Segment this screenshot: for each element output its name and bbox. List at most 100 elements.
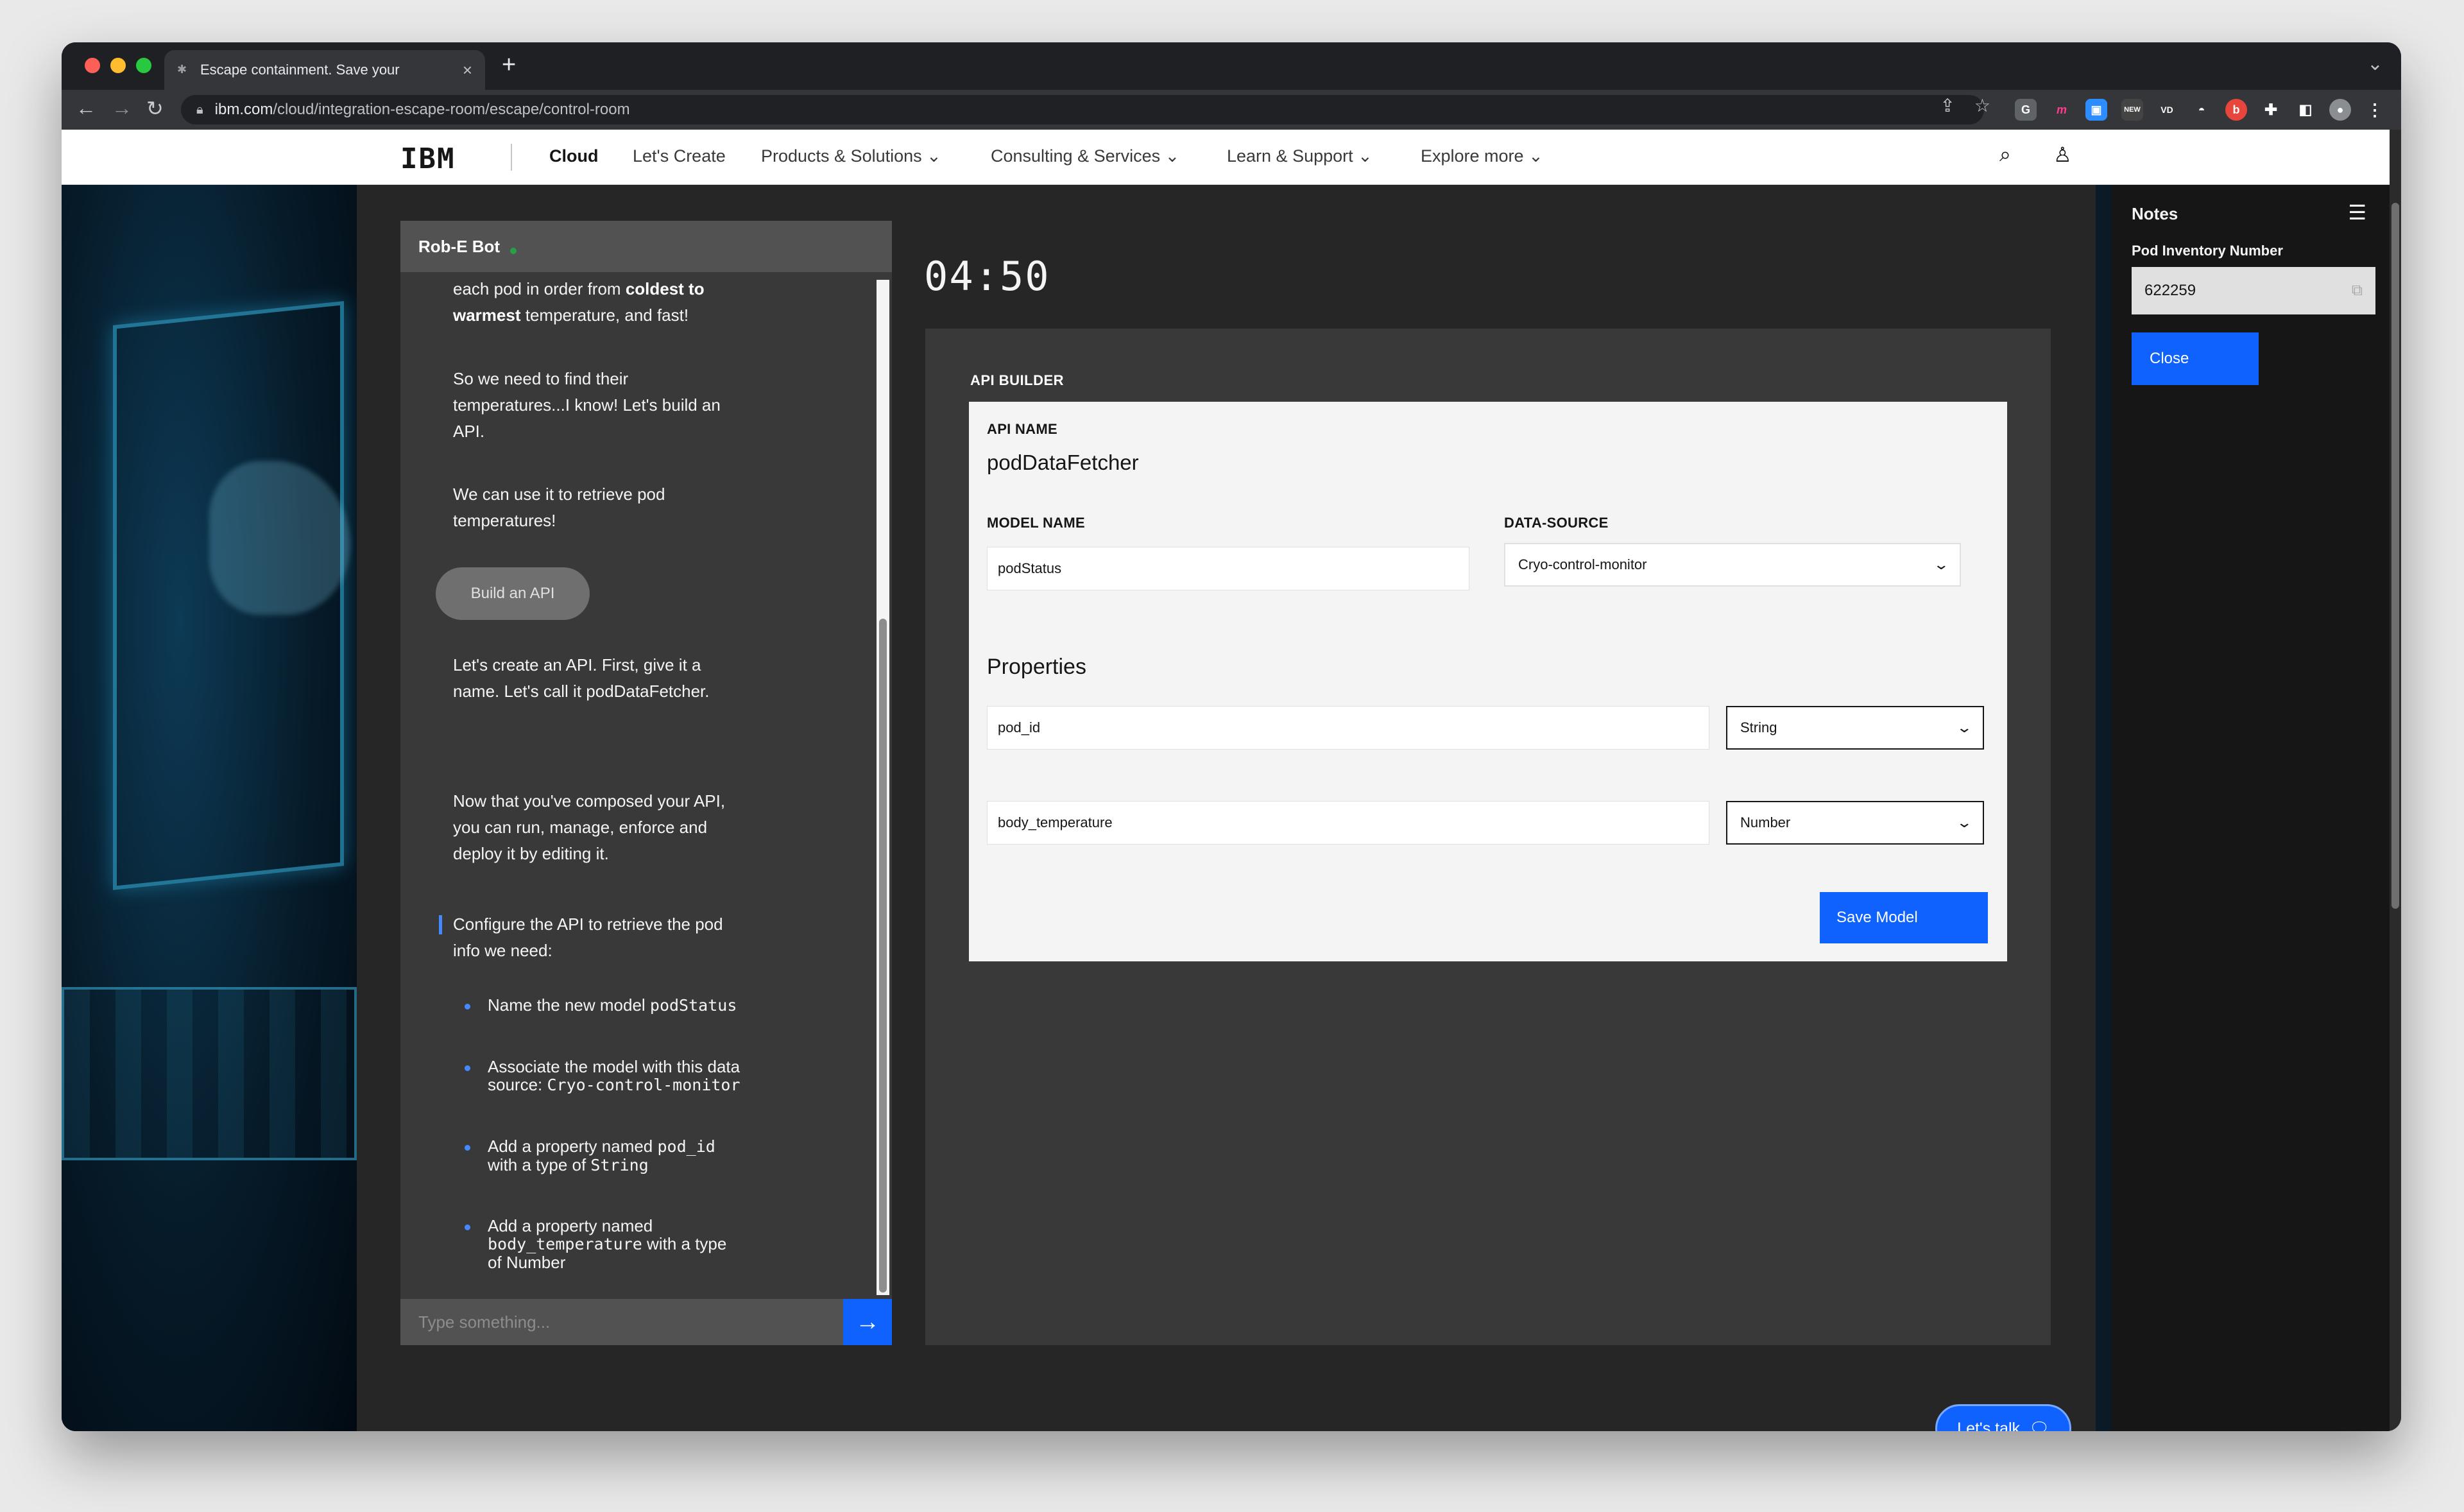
chat-message: Now that you've composed your API, you c…: [453, 791, 726, 863]
arrow-right-icon: →: [855, 1308, 880, 1336]
side-panel-icon[interactable]: ◧: [2295, 99, 2316, 121]
instruction-accent-bar: [439, 915, 442, 934]
data-source-select[interactable]: Cryo-control-monitor ⌄: [1504, 543, 1961, 587]
nav-item-explore-more[interactable]: Explore more ⌄: [1421, 146, 1543, 166]
ibm-masthead: IBM Cloud Let's Create Products & Soluti…: [62, 130, 2390, 185]
background-edge: [2096, 185, 2111, 1431]
copy-icon[interactable]: ⧉: [2352, 282, 2363, 300]
browser-window: ✱ Escape containment. Save your × + ⌄ ← …: [62, 42, 2401, 1431]
nav-item-lets-create[interactable]: Let's Create: [633, 146, 726, 166]
bookmark-star-icon[interactable]: ☆: [1974, 95, 1990, 116]
extension-new-icon[interactable]: NEW: [2121, 99, 2143, 121]
lets-talk-label: Let's talk: [1957, 1419, 2021, 1432]
share-icon[interactable]: ⇪: [1940, 95, 1955, 116]
api-builder-label: API BUILDER: [970, 372, 1065, 388]
address-bar[interactable]: 🔒︎ ibm.com/cloud/integration-escape-room…: [181, 95, 1984, 125]
tab-favicon-icon: ✱: [177, 63, 187, 76]
extension-g-icon[interactable]: G: [2015, 99, 2037, 121]
forward-arrow-icon[interactable]: →: [112, 96, 132, 120]
api-builder-panel: API BUILDER API NAME podDataFetcher MODE…: [925, 329, 2051, 1345]
chevron-down-icon: ⌄: [1165, 146, 1180, 166]
chevron-down-icon: ⌄: [1528, 146, 1543, 166]
web-viewport: IBM Cloud Let's Create Products & Soluti…: [62, 130, 2390, 1431]
chevron-down-icon: ⌄: [1955, 814, 1972, 830]
instruction-bullet: Associate the model with this data sourc…: [488, 1057, 740, 1094]
minimize-window-button[interactable]: [110, 58, 126, 73]
chat-message: Let's create an API. First, give it a na…: [453, 655, 710, 701]
chat-panel: Rob-E Bot each pod in order from coldest…: [400, 221, 892, 1345]
chat-message: So we need to find their temperatures...…: [453, 369, 721, 441]
chat-message: each pod in order from coldest to warmes…: [453, 279, 705, 325]
property-name-input[interactable]: pod_id: [987, 706, 1709, 750]
instruction-bullet: Add a property named body_temperature wi…: [488, 1216, 727, 1272]
tab-search-chevron-icon[interactable]: ⌄: [2367, 53, 2383, 75]
chat-messages: each pod in order from coldest to warmes…: [400, 272, 874, 1302]
countdown-timer: 04:50: [924, 253, 1050, 300]
hologram-panels: [62, 987, 357, 1160]
pod-inventory-field[interactable]: 622259 ⧉: [2132, 267, 2375, 314]
data-source-value: Cryo-control-monitor: [1518, 556, 1647, 572]
nav-item-products-solutions[interactable]: Products & Solutions ⌄: [761, 146, 941, 166]
property-type-select[interactable]: Number ⌄: [1726, 801, 1984, 845]
page-scrollbar-thumb[interactable]: [2391, 203, 2399, 909]
back-arrow-icon[interactable]: ←: [76, 96, 96, 120]
close-window-button[interactable]: [85, 58, 100, 73]
extension-mask-icon[interactable]: ◓: [2191, 99, 2212, 121]
reload-icon[interactable]: ↻: [146, 96, 164, 121]
property-type-value: String: [1740, 719, 1777, 735]
chat-input-bar: →: [400, 1299, 892, 1345]
nav-item-cloud[interactable]: Cloud: [549, 146, 598, 166]
new-tab-button[interactable]: +: [502, 51, 516, 79]
user-profile-icon[interactable]: ♙: [2053, 142, 2072, 167]
browser-tab-active[interactable]: ✱ Escape containment. Save your ×: [164, 50, 485, 90]
property-type-value: Number: [1740, 814, 1791, 830]
extensions-puzzle-icon[interactable]: ✚: [2260, 99, 2282, 121]
extension-zoom-icon[interactable]: ▣: [2085, 99, 2107, 121]
nav-item-consulting-services[interactable]: Consulting & Services ⌄: [991, 146, 1179, 166]
omnibox-actions: ⇪ ☆: [1940, 95, 1990, 116]
model-name-input[interactable]: podStatus: [987, 547, 1469, 590]
chevron-down-icon: ⌄: [1358, 146, 1373, 166]
lock-icon: 🔒︎: [196, 102, 203, 117]
properties-title: Properties: [987, 655, 1086, 679]
extension-vd-icon[interactable]: VD: [2156, 99, 2178, 121]
chat-header: Rob-E Bot: [400, 221, 892, 272]
address-url: ibm.com/cloud/integration-escape-room/es…: [214, 101, 630, 118]
close-notes-button[interactable]: Close: [2132, 332, 2259, 385]
browser-toolbar: ← → ↻ 🔒︎ ibm.com/cloud/integration-escap…: [62, 90, 2401, 130]
instruction-bullet: Add a property named pod_id with a type …: [488, 1137, 715, 1174]
hologram-background-image: [62, 185, 357, 1431]
browser-menu-icon[interactable]: ⋮: [2364, 99, 2386, 121]
lets-talk-button[interactable]: Let's talk 🗨︎: [1935, 1404, 2071, 1431]
chat-instruction-message: Configure the API to retrieve the pod in…: [453, 915, 723, 960]
search-icon[interactable]: ⌕: [1999, 142, 2011, 167]
online-status-indicator: [510, 248, 517, 254]
tab-title: Escape containment. Save your: [200, 62, 400, 78]
nav-item-learn-support[interactable]: Learn & Support ⌄: [1227, 146, 1373, 166]
maximize-window-button[interactable]: [136, 58, 151, 73]
bot-name: Rob-E Bot: [418, 236, 501, 256]
data-source-label: DATA-SOURCE: [1504, 515, 1609, 531]
api-name-value: podDataFetcher: [987, 451, 1139, 474]
notes-title: Notes: [2132, 204, 2178, 223]
extension-m-icon[interactable]: m: [2051, 99, 2073, 121]
chat-bubble-icon: 🗨︎: [2029, 1419, 2049, 1432]
chat-message-input[interactable]: [400, 1299, 843, 1345]
tab-close-icon[interactable]: ×: [463, 60, 472, 80]
chat-scrollbar-thumb[interactable]: [879, 619, 887, 1293]
property-type-select[interactable]: String ⌄: [1726, 706, 1984, 750]
browser-titlebar: ✱ Escape containment. Save your × + ⌄: [62, 42, 2401, 90]
ibm-logo[interactable]: IBM: [400, 142, 455, 175]
chevron-down-icon: ⌄: [1932, 556, 1949, 572]
send-message-button[interactable]: →: [843, 1299, 892, 1345]
extension-red-icon[interactable]: b: [2225, 99, 2247, 121]
save-model-button[interactable]: Save Model: [1820, 892, 1988, 943]
build-api-quick-reply-button[interactable]: Build an API: [436, 567, 590, 620]
instruction-bullet: Name the new model podStatus: [488, 995, 737, 1015]
bullet-icon: [465, 1224, 470, 1230]
property-name-input[interactable]: body_temperature: [987, 801, 1709, 845]
profile-avatar[interactable]: ●: [2329, 99, 2351, 121]
model-name-label: MODEL NAME: [987, 515, 1085, 531]
notes-list-icon[interactable]: ☰: [2348, 200, 2366, 225]
masthead-divider: [511, 144, 512, 171]
